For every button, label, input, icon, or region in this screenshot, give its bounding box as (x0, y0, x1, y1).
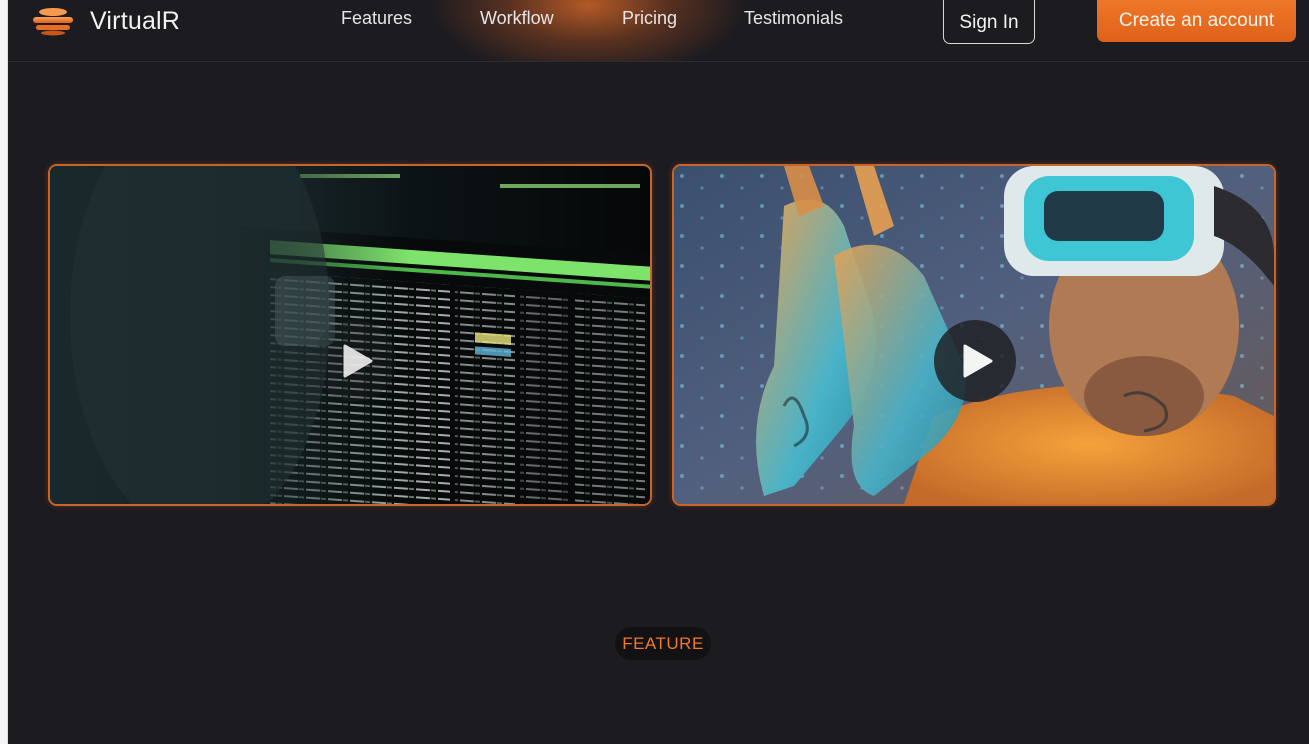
navbar: VirtualR Features Workflow Pricing Testi… (8, 0, 1309, 62)
nav-link-features[interactable]: Features (341, 8, 412, 29)
play-icon (963, 344, 993, 378)
create-account-button[interactable]: Create an account (1097, 0, 1296, 42)
play-button-vr[interactable] (934, 320, 1016, 402)
section-badge: FEATURE (615, 627, 711, 660)
landing-page: VirtualR Features Workflow Pricing Testi… (8, 0, 1309, 744)
play-button-terminal[interactable] (314, 320, 396, 402)
play-icon (343, 344, 373, 378)
video-card-vr[interactable] (672, 164, 1276, 506)
sign-in-button[interactable]: Sign In (943, 0, 1035, 44)
nav-link-pricing[interactable]: Pricing (622, 8, 677, 29)
video-card-terminal[interactable] (48, 164, 652, 506)
browser-left-edge (0, 0, 8, 744)
nav-link-workflow[interactable]: Workflow (480, 8, 554, 29)
nav-link-testimonials[interactable]: Testimonials (744, 8, 843, 29)
